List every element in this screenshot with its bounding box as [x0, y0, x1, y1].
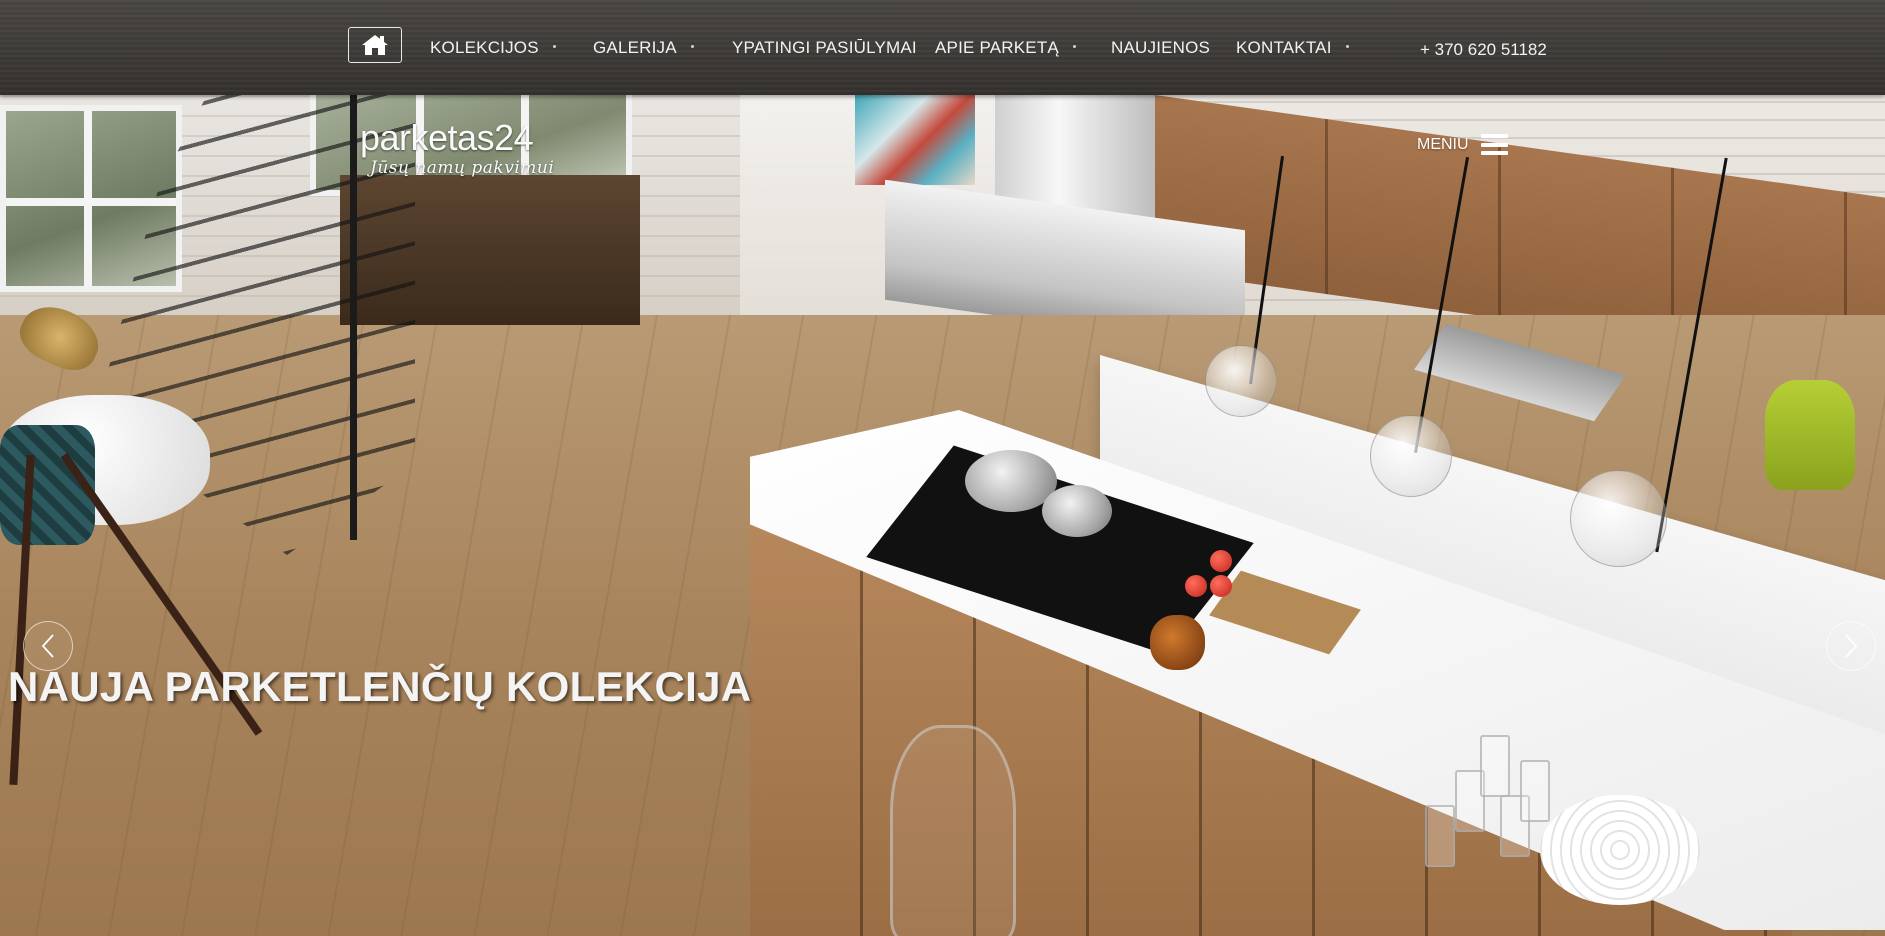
pendant-lamp — [1370, 415, 1452, 497]
top-navigation-bar: KOLEKCIJOS GALERIJA YPATINGI PASIŪLYMAI … — [0, 0, 1885, 95]
acrylic-bar-stool — [890, 725, 1016, 936]
tomato — [1210, 550, 1232, 572]
main-menu: KOLEKCIJOS GALERIJA YPATINGI PASIŪLYMAI … — [0, 0, 1885, 95]
dropdown-dot-icon — [690, 45, 694, 49]
wall-painting — [855, 95, 975, 185]
stacked-plates — [1540, 795, 1700, 905]
drinking-glass — [1425, 805, 1455, 867]
nav-item-kontaktai[interactable]: KONTAKTAI — [1236, 38, 1349, 58]
nav-item-kolekcijos[interactable]: KOLEKCIJOS — [430, 38, 556, 58]
chevron-left-icon — [41, 634, 54, 658]
site-logo[interactable]: parketas24 Jūsų namų pakvimui — [360, 117, 555, 179]
nav-item-label: APIE PARKETĄ — [935, 38, 1059, 57]
logo-tagline: Jūsų namų pakvimui — [370, 158, 555, 178]
nav-item-label: KONTAKTAI — [1236, 38, 1332, 57]
nav-item-naujienos[interactable]: NAUJIENOS — [1111, 38, 1210, 58]
menu-toggle-button[interactable]: MENIU — [1417, 134, 1508, 155]
nav-item-apie-parketa[interactable]: APIE PARKETĄ — [935, 38, 1076, 58]
menu-toggle-label: MENIU — [1417, 135, 1469, 153]
tomato — [1210, 575, 1232, 597]
slider-next-button[interactable] — [1826, 621, 1876, 671]
dropdown-dot-icon — [1345, 45, 1349, 49]
nav-item-label: GALERIJA — [593, 38, 677, 57]
nav-item-label: KOLEKCIJOS — [430, 38, 539, 57]
stand-mixer — [1765, 380, 1855, 490]
staircase-pole — [350, 95, 357, 540]
pendant-lamp — [1205, 345, 1277, 417]
drinking-glass — [1520, 760, 1550, 822]
dropdown-dot-icon — [1072, 45, 1076, 49]
logo-name: parketas24 — [360, 117, 534, 158]
slide-title: NAUJA PARKETLENČIŲ KOLEKCIJA — [8, 663, 752, 710]
phone-number-link[interactable]: + 370 620 51182 — [1420, 40, 1547, 60]
hamburger-icon — [1480, 134, 1508, 155]
nav-item-label: YPATINGI PASIŪLYMAI — [732, 38, 917, 57]
chevron-right-icon — [1845, 634, 1858, 658]
drinking-glass — [1480, 735, 1510, 797]
teapot — [1150, 615, 1205, 670]
pendant-lamp — [1570, 470, 1667, 567]
nav-item-label: NAUJIENOS — [1111, 38, 1211, 57]
hero-slider — [0, 95, 1885, 936]
nav-item-galerija[interactable]: GALERIJA — [593, 38, 694, 58]
dropdown-dot-icon — [552, 45, 556, 49]
cooking-pot — [1042, 485, 1112, 537]
tomato — [1185, 575, 1207, 597]
nav-item-ypatingi-pasiulymai[interactable]: YPATINGI PASIŪLYMAI — [732, 38, 917, 58]
